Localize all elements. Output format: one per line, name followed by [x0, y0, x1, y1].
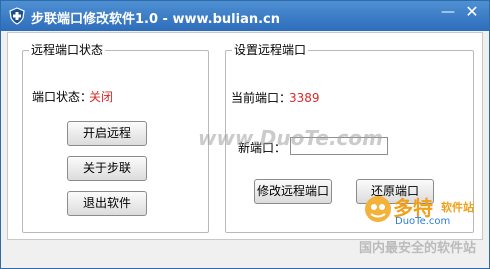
enable-remote-button[interactable]: 开启远程: [67, 121, 147, 146]
watermark-slogan: 国内最安全的软件站: [359, 241, 477, 256]
window-title: 步联端口修改软件1.0 - www.bulian.cn: [31, 12, 281, 27]
port-status-value: 关闭: [89, 90, 114, 104]
current-port-label: 当前端口：: [231, 91, 292, 105]
port-settings-group-title: 设置远程端口: [232, 43, 309, 57]
duote-logo-icon: [365, 196, 391, 222]
close-button[interactable]: ✕: [461, 4, 483, 22]
main-window: 步联端口修改软件1.0 - www.bulian.cn — ✕ 远程端口状态 端…: [0, 0, 490, 269]
about-button[interactable]: 关于步联: [67, 156, 147, 181]
remote-status-group: 远程端口状态 端口状态： 关闭 开启远程 关于步联 退出软件: [22, 43, 209, 233]
exit-button[interactable]: 退出软件: [67, 191, 147, 216]
port-status-label: 端口状态：: [32, 90, 93, 104]
new-port-label: 新端口：: [238, 141, 287, 155]
new-port-input[interactable]: [290, 137, 388, 155]
shield-icon: [9, 7, 25, 25]
watermark-brand-sub: 软件站: [441, 201, 474, 214]
port-settings-group: 设置远程端口 当前端口： 3389 新端口： 修改远程端口 还原端口: [225, 43, 474, 233]
watermark-url: DuoTe.com: [395, 216, 451, 227]
minimize-button[interactable]: —: [437, 4, 459, 22]
title-bar[interactable]: 步联端口修改软件1.0 - www.bulian.cn — ✕: [1, 1, 489, 31]
modify-port-button[interactable]: 修改远程端口: [254, 179, 332, 204]
current-port-value: 3389: [289, 91, 320, 105]
remote-status-group-title: 远程端口状态: [29, 43, 106, 57]
